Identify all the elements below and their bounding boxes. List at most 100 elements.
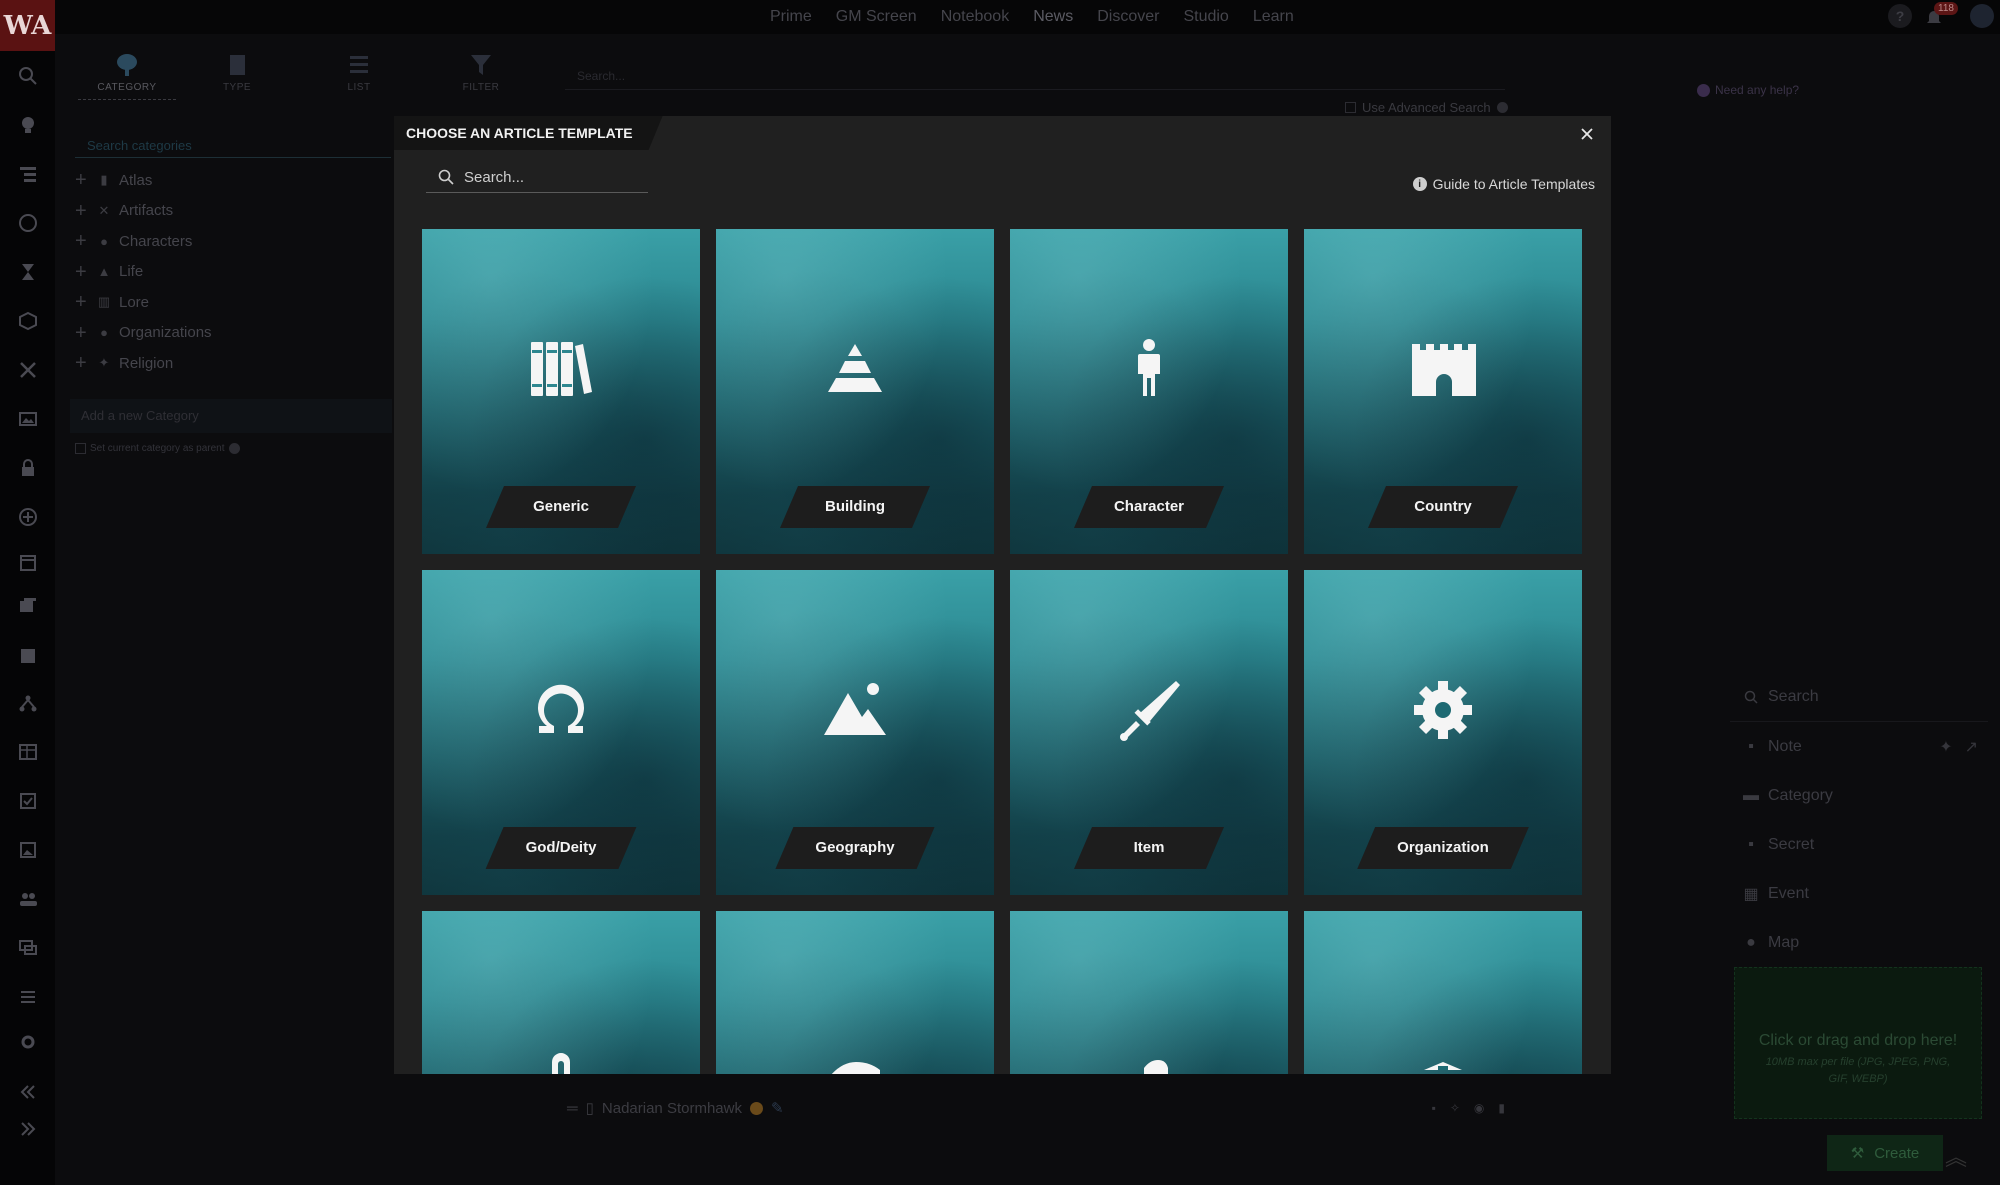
quick-search[interactable]: Search: [1730, 672, 1988, 722]
quick-note[interactable]: ▪ Note ✦ ↗: [1730, 722, 1988, 771]
checkbox[interactable]: [1345, 102, 1356, 113]
file-dropzone[interactable]: Click or drag and drop here! 10MB max pe…: [1734, 967, 1982, 1119]
search-icon[interactable]: [16, 64, 40, 88]
template-label: Generic: [486, 486, 636, 528]
category-item[interactable]: + ▲ Life: [75, 257, 212, 288]
expand-icon[interactable]: +: [75, 231, 89, 251]
template-card[interactable]: [716, 911, 994, 1074]
expand-right-icon[interactable]: [16, 1117, 40, 1141]
main-search-input[interactable]: Search...: [565, 62, 1505, 90]
add-category-input[interactable]: Add a new Category: [70, 399, 392, 433]
template-card[interactable]: [422, 911, 700, 1074]
settings-icon[interactable]: [16, 1030, 40, 1054]
lock-icon[interactable]: [16, 456, 40, 480]
template-card-building[interactable]: Building: [716, 229, 994, 554]
tab-category[interactable]: CATEGORY: [78, 52, 176, 100]
avatar[interactable]: [1970, 4, 1994, 28]
chat-icon[interactable]: [16, 936, 40, 960]
nav-studio[interactable]: Studio: [1183, 8, 1228, 26]
list-icon[interactable]: [16, 985, 40, 1009]
bulb-icon[interactable]: [16, 113, 40, 137]
nav-news[interactable]: News: [1033, 8, 1073, 26]
app-logo[interactable]: WA: [0, 0, 55, 51]
help-icon[interactable]: [228, 443, 240, 454]
nav-gm-screen[interactable]: GM Screen: [836, 8, 917, 26]
map-stack-icon[interactable]: [16, 594, 40, 618]
users-icon[interactable]: [16, 887, 40, 911]
advanced-search-option[interactable]: Use Advanced Search: [1345, 100, 1508, 115]
gallery-icon[interactable]: [16, 838, 40, 862]
quick-category[interactable]: ▬ Category: [1730, 771, 1988, 820]
collapse-left-icon[interactable]: [16, 1080, 40, 1104]
help-link[interactable]: Need any help?: [1697, 83, 1799, 97]
template-label: God/Deity: [486, 827, 637, 869]
category-item[interactable]: + ● Organizations: [75, 318, 212, 349]
checkbox[interactable]: [75, 443, 86, 454]
expand-icon[interactable]: +: [75, 262, 89, 282]
trash-icon[interactable]: ▮: [1498, 1101, 1505, 1115]
calendar-day-icon[interactable]: [16, 643, 40, 667]
nav-prime[interactable]: Prime: [770, 8, 812, 26]
template-card-god-deity[interactable]: God/Deity: [422, 570, 700, 895]
expand-icon[interactable]: +: [75, 292, 89, 312]
template-card[interactable]: [1010, 911, 1288, 1074]
expand-icon[interactable]: +: [75, 170, 89, 190]
popout-icon[interactable]: ↗: [1965, 737, 1978, 757]
compass-icon[interactable]: [16, 211, 40, 235]
expand-icon[interactable]: +: [75, 353, 89, 373]
help-icon[interactable]: [1496, 102, 1508, 113]
drag-handle-icon[interactable]: ═: [567, 1100, 578, 1117]
expand-icon[interactable]: +: [75, 201, 89, 221]
bell-icon[interactable]: 118: [1924, 2, 1958, 28]
nav-notebook[interactable]: Notebook: [941, 8, 1010, 26]
category-item[interactable]: + ✕ Artifacts: [75, 196, 212, 227]
chevron-up-icon[interactable]: ︽: [1945, 1140, 1967, 1172]
cube-icon[interactable]: [16, 309, 40, 333]
help-icon[interactable]: ?: [1888, 4, 1912, 28]
nav-discover[interactable]: Discover: [1097, 8, 1159, 26]
family-tree-icon[interactable]: [16, 692, 40, 716]
quick-map[interactable]: ● Map: [1730, 918, 1988, 967]
hourglass-icon[interactable]: [16, 260, 40, 284]
pin-icon[interactable]: ✦: [1939, 737, 1952, 757]
crossed-swords-icon[interactable]: [16, 358, 40, 382]
table-icon[interactable]: [16, 740, 40, 764]
category-item[interactable]: + ▮ Atlas: [75, 165, 212, 196]
template-card-organization[interactable]: Organization: [1304, 570, 1582, 895]
category-item[interactable]: + ▥ Lore: [75, 287, 212, 318]
article-name[interactable]: Nadarian Stormhawk: [602, 1100, 742, 1117]
quick-secret[interactable]: ▪ Secret: [1730, 820, 1988, 869]
checklist-icon[interactable]: [16, 789, 40, 813]
quick-event[interactable]: ▦ Event: [1730, 869, 1988, 918]
edit-pen-icon[interactable]: ✎: [771, 1099, 784, 1117]
tab-filter[interactable]: FILTER: [420, 52, 542, 100]
image-icon[interactable]: [16, 407, 40, 431]
wrench-icon[interactable]: ✧: [1450, 1101, 1460, 1115]
save-icon[interactable]: ▪: [1432, 1101, 1436, 1115]
template-card[interactable]: [1304, 911, 1582, 1074]
article-template-modal: CHOOSE AN ARTICLE TEMPLATE i Guide to Ar…: [394, 116, 1611, 1074]
template-search-input[interactable]: [462, 167, 646, 187]
nav-learn[interactable]: Learn: [1253, 8, 1294, 26]
guide-link[interactable]: i Guide to Article Templates: [1412, 176, 1595, 192]
category-item[interactable]: + ● Characters: [75, 226, 212, 257]
tab-type[interactable]: TYPE: [176, 52, 298, 100]
category-search-input[interactable]: Search categories: [75, 134, 391, 158]
template-card-generic[interactable]: Generic: [422, 229, 700, 554]
dropzone-title: Click or drag and drop here!: [1758, 1032, 1958, 1049]
template-card-item[interactable]: Item: [1010, 570, 1288, 895]
tree-view-icon[interactable]: [16, 162, 40, 186]
plus-circle-icon[interactable]: [16, 505, 40, 529]
tab-list[interactable]: LIST: [298, 52, 420, 100]
expand-icon[interactable]: +: [75, 323, 89, 343]
template-card-country[interactable]: Country: [1304, 229, 1582, 554]
eye-icon[interactable]: ◉: [1474, 1101, 1484, 1115]
template-card-character[interactable]: Character: [1010, 229, 1288, 554]
template-card-geography[interactable]: Geography: [716, 570, 994, 895]
create-button[interactable]: ⚒ Create: [1827, 1135, 1943, 1171]
close-icon[interactable]: [1577, 124, 1597, 144]
calendar-icon[interactable]: [16, 550, 40, 574]
list-icon: [350, 56, 368, 73]
category-item[interactable]: + ✦ Religion: [75, 348, 212, 379]
set-parent-option[interactable]: Set current category as parent: [75, 443, 240, 454]
